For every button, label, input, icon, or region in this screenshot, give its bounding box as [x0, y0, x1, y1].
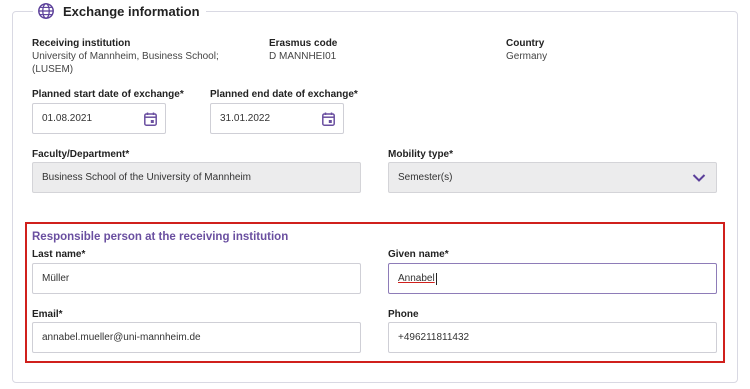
mobility-type-label: Mobility type* — [388, 149, 454, 160]
phone-value: +496211811432 — [398, 332, 470, 343]
calendar-icon[interactable] — [144, 112, 157, 126]
email-value: annabel.mueller@uni-mannheim.de — [42, 332, 201, 343]
phone-field[interactable]: +496211811432 — [388, 322, 717, 353]
receiving-institution-value-line2: (LUSEM) — [32, 64, 74, 75]
country-value: Germany — [506, 51, 548, 62]
mobility-type-value: Semester(s) — [398, 172, 453, 183]
last-name-value: Müller — [42, 273, 70, 284]
responsible-person-title: Responsible person at the receiving inst… — [32, 231, 289, 243]
faculty-value: Business School of the University of Man… — [42, 172, 251, 183]
end-date-field[interactable]: 31.01.2022 — [210, 103, 344, 134]
given-name-label: Given name* — [388, 249, 449, 260]
globe-icon — [38, 3, 54, 19]
start-date-value: 01.08.2021 — [42, 113, 93, 124]
email-label: Email* — [32, 309, 63, 320]
last-name-field[interactable]: Müller — [32, 263, 361, 294]
last-name-label: Last name* — [32, 249, 86, 260]
faculty-field: Business School of the University of Man… — [32, 162, 361, 193]
country-label: Country — [506, 38, 545, 49]
start-date-label: Planned start date of exchange* — [32, 89, 184, 100]
text-caret — [435, 272, 437, 285]
section-legend: Exchange information — [33, 0, 206, 22]
given-name-value: Annabel — [398, 273, 435, 284]
end-date-value: 31.01.2022 — [220, 113, 271, 124]
mobility-type-select[interactable]: Semester(s) — [388, 162, 717, 193]
start-date-field[interactable]: 01.08.2021 — [32, 103, 166, 134]
calendar-icon[interactable] — [322, 112, 335, 126]
phone-label: Phone — [388, 309, 419, 320]
given-name-field[interactable]: Annabel — [388, 263, 717, 294]
erasmus-code-label: Erasmus code — [269, 38, 338, 49]
chevron-down-icon[interactable] — [692, 173, 706, 183]
section-title: Exchange information — [63, 3, 200, 19]
email-field[interactable]: annabel.mueller@uni-mannheim.de — [32, 322, 361, 353]
faculty-label: Faculty/Department* — [32, 149, 130, 160]
receiving-institution-value-line1: University of Mannheim, Business School; — [32, 51, 219, 62]
receiving-institution-label: Receiving institution — [32, 38, 131, 49]
end-date-label: Planned end date of exchange* — [210, 89, 358, 100]
erasmus-code-value: D MANNHEI01 — [269, 51, 337, 62]
